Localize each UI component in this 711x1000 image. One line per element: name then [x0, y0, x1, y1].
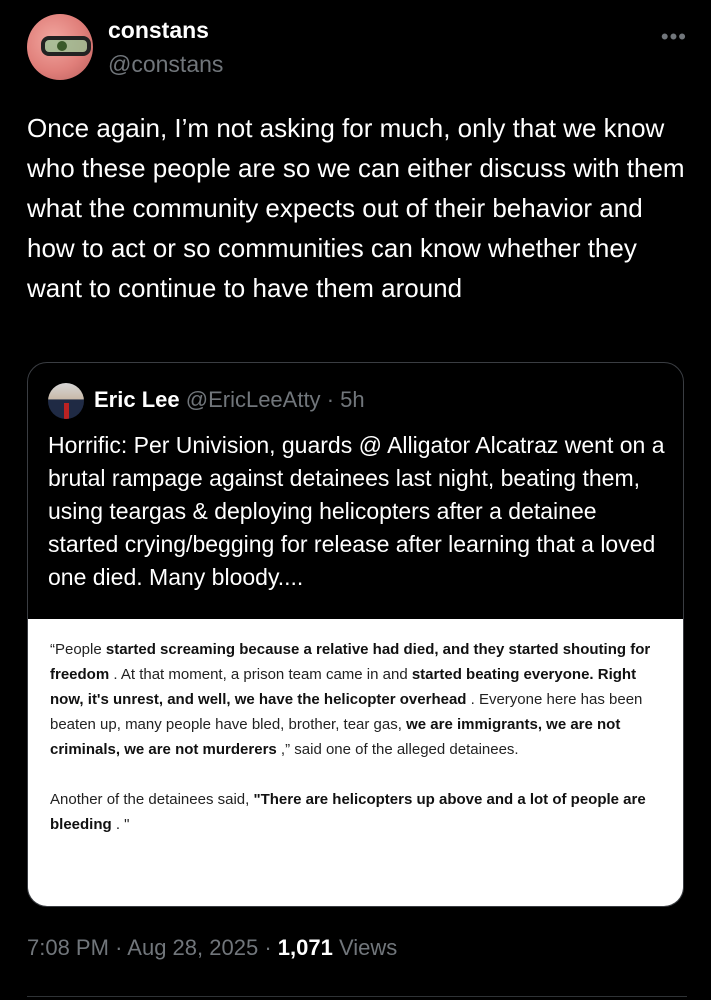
avatar-tie	[64, 403, 69, 419]
quote-author-handle[interactable]: @EricLeeAtty	[186, 387, 321, 412]
quote-author-avatar[interactable]	[48, 383, 84, 419]
quote-image[interactable]: “People started screaming because a rela…	[28, 619, 683, 906]
tweet-date[interactable]: Aug 28, 2025	[127, 935, 258, 960]
views-count: 1,071	[277, 935, 333, 960]
footer-separator: ·	[264, 935, 272, 960]
text-run: . At that moment, a prison team came in …	[109, 666, 412, 683]
quoted-tweet[interactable]: Eric Lee @EricLeeAtty · 5h Horrific: Per…	[27, 362, 684, 907]
text-run: ,” said one of the alleged detainees.	[276, 741, 519, 758]
text-run: . "	[111, 816, 130, 833]
tweet-text: Once again, I’m not asking for much, onl…	[27, 113, 685, 303]
image-paragraph-1: “People started screaming because a rela…	[50, 637, 663, 762]
views-label: Views	[338, 935, 398, 960]
tweet-footer: 7:08 PM · Aug 28, 2025 · 1,071 Views	[27, 935, 397, 961]
quote-author-row: Eric Lee @EricLeeAtty · 5h	[94, 387, 365, 413]
avatar-eye	[57, 41, 67, 51]
text-run: Another of the detainees said,	[50, 791, 254, 808]
footer-separator: ·	[115, 935, 123, 960]
tweet-time[interactable]: 7:08 PM	[27, 935, 109, 960]
image-paragraph-2: Another of the detainees said, "There ar…	[50, 787, 663, 837]
author-handle[interactable]: @constans	[108, 51, 223, 78]
divider	[27, 996, 687, 997]
author-avatar[interactable]	[27, 14, 93, 80]
tweet-header: constans @constans •••	[27, 14, 687, 84]
text-run: “People	[50, 641, 106, 658]
quote-separator: ·	[326, 387, 335, 412]
ellipsis-icon[interactable]: •••	[661, 24, 687, 50]
author-display-name[interactable]: constans	[108, 17, 209, 44]
quote-time[interactable]: 5h	[340, 387, 364, 412]
quote-text: Horrific: Per Univision, guards @ Alliga…	[48, 432, 665, 590]
quote-author-name[interactable]: Eric Lee	[94, 387, 180, 412]
